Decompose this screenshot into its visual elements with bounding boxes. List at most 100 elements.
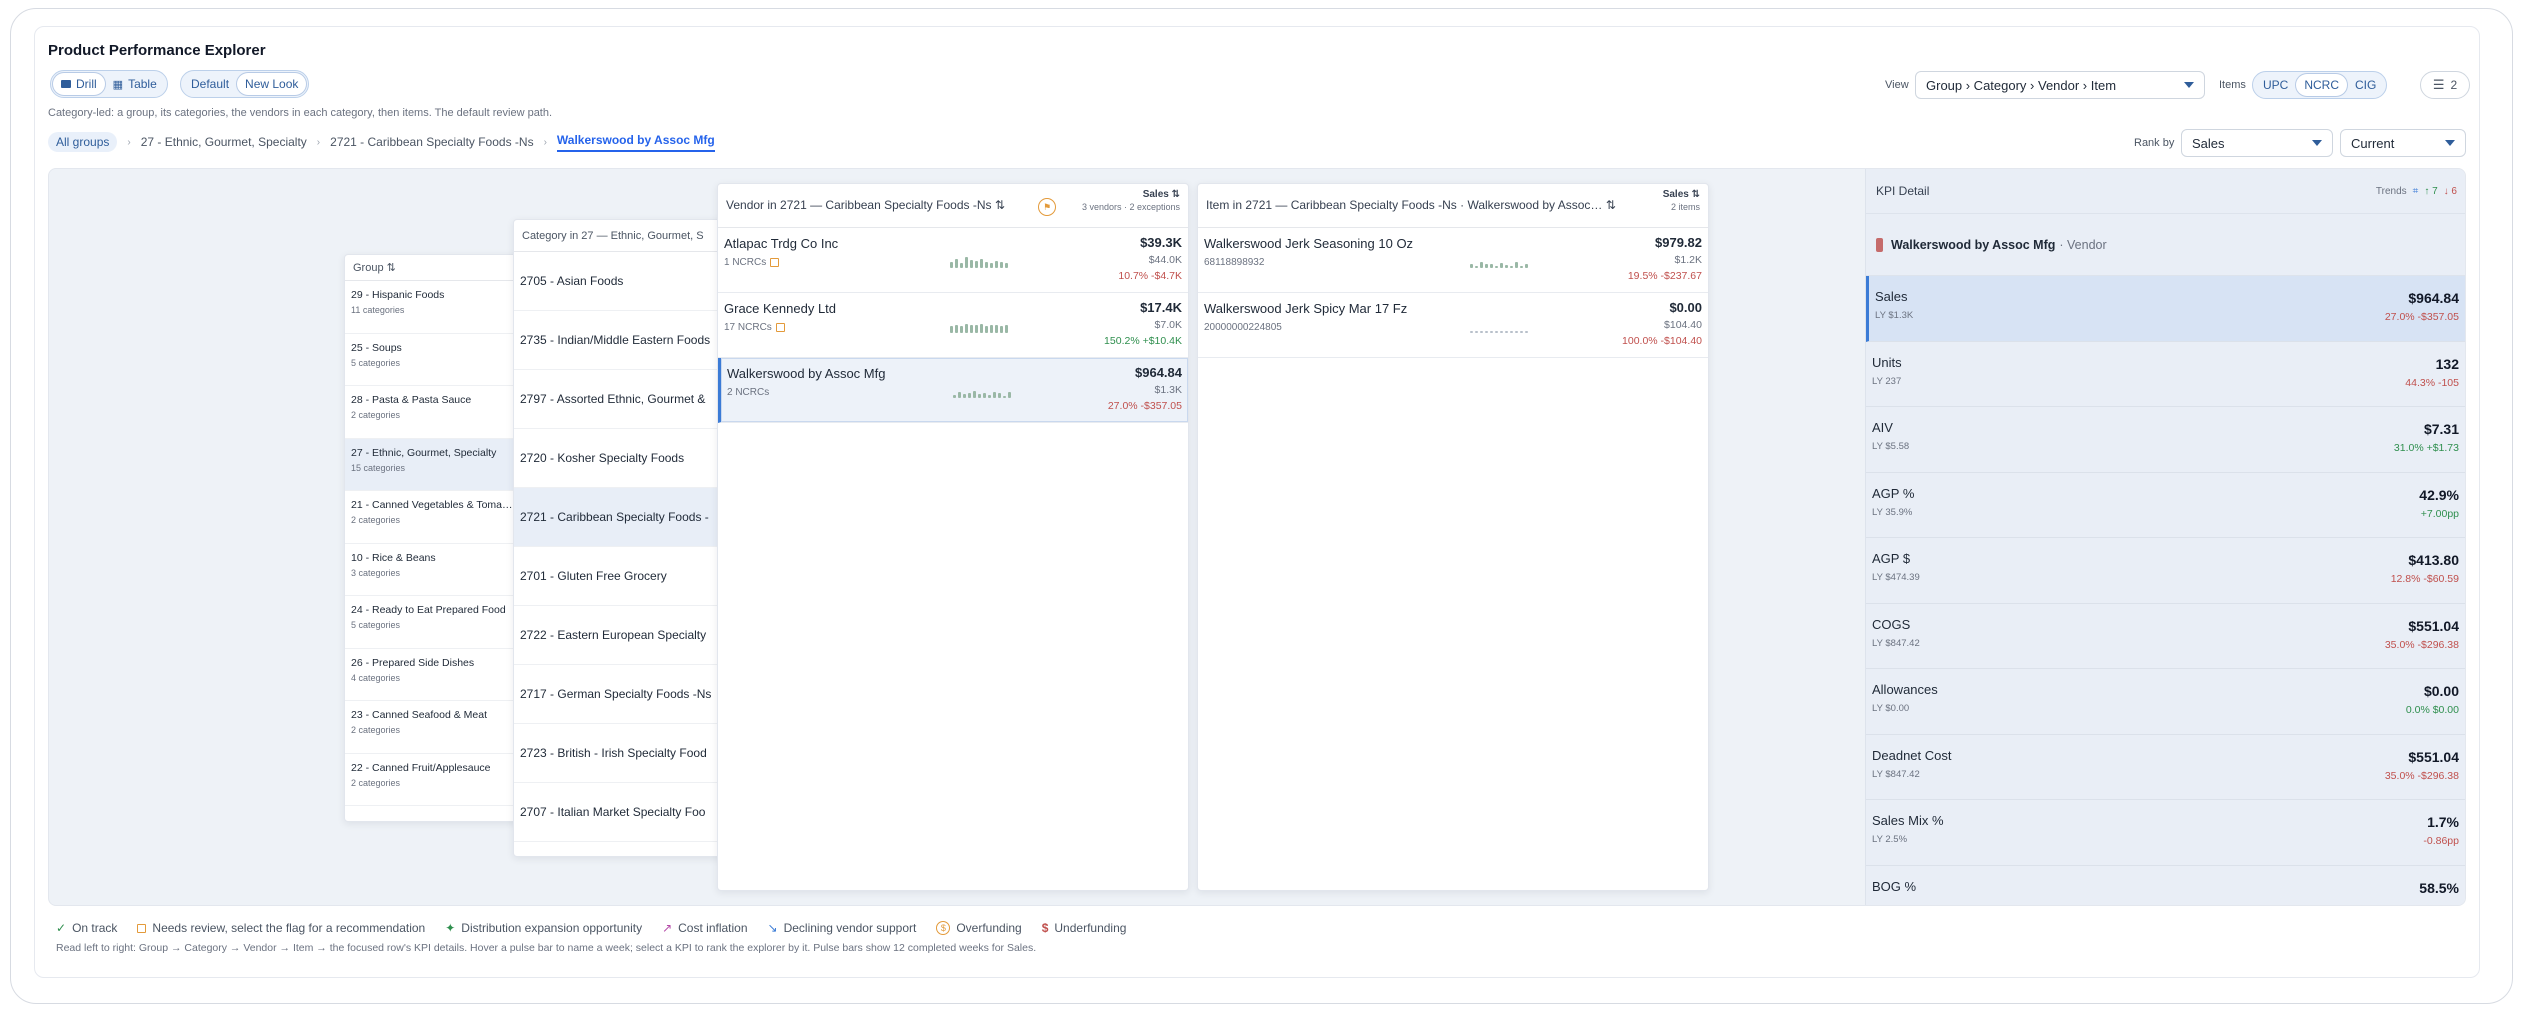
view-select[interactable]: Group › Category › Vendor › Item: [1915, 71, 2205, 99]
vendor-sales: $17.4K: [1140, 300, 1182, 315]
item-sort[interactable]: Sales ⇅ 2 items: [1663, 188, 1700, 214]
items-ncrc-button[interactable]: NCRC: [2296, 74, 2348, 96]
mode-toggle: Drill ▦ Table: [50, 70, 168, 98]
period-select[interactable]: Current: [2340, 129, 2466, 157]
pulse-bars[interactable]: [950, 252, 1008, 268]
group-panel-header[interactable]: Group ⇅: [345, 255, 518, 281]
entity-type: · Vendor: [2059, 237, 2107, 252]
breadcrumb-current[interactable]: Walkerswood by Assoc Mfg: [556, 133, 715, 152]
flag-icon[interactable]: [775, 323, 785, 332]
kpi-row-aiv[interactable]: AIV LY $5.58 $7.31 31.0% +$1.73: [1866, 407, 2465, 473]
kpi-delta: -0.86pp: [2423, 835, 2459, 847]
category-panel-header[interactable]: Category in 27 — Ethnic, Gourmet, S: [514, 220, 732, 252]
group-row[interactable]: 22 - Canned Fruit/Applesauce 2 categories: [345, 754, 518, 806]
kpi-row-units[interactable]: Units LY 237 132 44.3% -105: [1866, 342, 2465, 407]
vendor-sort[interactable]: Sales ⇅ 3 vendors · 2 exceptions: [1082, 188, 1180, 214]
group-row[interactable]: 25 - Soups 5 categories: [345, 334, 518, 386]
category-row[interactable]: 2720 - Kosher Specialty Foods: [514, 429, 732, 488]
item-row[interactable]: Walkerswood Jerk Spicy Mar 17 Fz 2000000…: [1198, 293, 1708, 358]
vendor-panel-header: Vendor in 2721 — Caribbean Specialty Foo…: [718, 184, 1188, 228]
kpi-row-bog-pct[interactable]: BOG % 58.5%: [1866, 866, 2465, 906]
kpi-delta: +7.00pp: [2420, 507, 2459, 520]
rank-by-select[interactable]: Sales: [2181, 129, 2333, 157]
group-row[interactable]: 21 - Canned Vegetables & Toma… 2 categori…: [345, 491, 518, 544]
group-row-count: 2 categories: [351, 725, 401, 735]
items-cig-button[interactable]: CIG: [2347, 74, 2384, 96]
kpi-name: AIV: [1872, 420, 1893, 435]
entity-name: Walkerswood by Assoc Mfg: [1891, 237, 2056, 252]
table-button[interactable]: ▦ Table: [105, 73, 165, 95]
vendor-name: Atlapac Trdg Co Inc: [724, 236, 839, 251]
vendor-panel-title[interactable]: Vendor in 2721 — Caribbean Specialty Foo…: [726, 198, 1005, 212]
kpi-delta: 0.0% $0.00: [2405, 704, 2459, 716]
category-row[interactable]: 2797 - Assorted Ethnic, Gourmet &: [514, 370, 732, 429]
kpi-row-sales[interactable]: Sales LY $1.3K $964.84 27.0% -$357.05: [1866, 276, 2465, 342]
item-sort-label: Sales ⇅: [1662, 189, 1700, 200]
group-row[interactable]: 10 - Rice & Beans 3 categories: [345, 544, 518, 596]
category-row-selected[interactable]: 2721 - Caribbean Specialty Foods -: [514, 488, 732, 547]
kpi-row-sales-mix[interactable]: Sales Mix % LY 2.5% 1.7% -0.86pp: [1866, 800, 2465, 866]
group-row[interactable]: 23 - Canned Seafood & Meat 2 categories: [345, 701, 518, 754]
item-panel-title[interactable]: Item in 2721 — Caribbean Specialty Foods…: [1206, 198, 1616, 212]
group-row-selected[interactable]: 27 - Ethnic, Gourmet, Specialty 15 catego…: [345, 438, 518, 491]
flag-icon[interactable]: [770, 258, 780, 267]
filter-icon: ☰: [2432, 77, 2445, 92]
vendor-row[interactable]: Atlapac Trdg Co Inc 1 NCRCs $39.3K $44.0…: [718, 228, 1188, 293]
drill-button[interactable]: Drill: [53, 73, 105, 95]
breadcrumb-category[interactable]: 2721 - Caribbean Specialty Foods -Ns: [330, 135, 533, 149]
kpi-name: BOG %: [1872, 878, 1917, 894]
status-legend: ✓ On track Needs review, select the flag …: [56, 921, 1126, 935]
kpi-name: AGP $: [1872, 551, 1911, 566]
kpi-value: $551.04: [2408, 748, 2459, 765]
flag-badge-icon[interactable]: ⚑: [1038, 198, 1056, 216]
legend-distribution: ✦ Distribution expansion opportunity: [445, 921, 642, 935]
kpi-detail-panel: KPI Detail Trends ⌗ ↑ 7 ↓ 6 Walkerswood …: [1865, 169, 2465, 906]
kpi-value: 132: [2435, 355, 2459, 372]
item-row[interactable]: Walkerswood Jerk Seasoning 10 Oz 6811889…: [1198, 228, 1708, 293]
filter-button[interactable]: ☰ 2: [2420, 71, 2470, 99]
breadcrumb-group[interactable]: 27 - Ethnic, Gourmet, Specialty: [141, 135, 307, 149]
group-row[interactable]: 28 - Pasta & Pasta Sauce 2 categories: [345, 386, 518, 439]
kpi-row-allowances[interactable]: Allowances LY $0.00 $0.00 0.0% $0.00: [1866, 669, 2465, 735]
group-row-name: 21 - Canned Vegetables & Toma…: [351, 499, 513, 511]
rank-by-value: Sales: [2192, 135, 2225, 151]
legend-overfunding: $ Overfunding: [936, 921, 1022, 935]
category-row[interactable]: 2707 - Italian Market Specialty Foo: [514, 783, 732, 842]
item-sales: $0.00: [1669, 300, 1702, 315]
category-row[interactable]: 2722 - Eastern European Specialty: [514, 606, 732, 665]
item-ly-sales: $104.40: [1664, 319, 1702, 331]
item-ly-sales: $1.2K: [1674, 254, 1702, 266]
default-look-button[interactable]: Default: [183, 73, 237, 95]
group-row-count: 4 categories: [351, 672, 401, 683]
kpi-row-deadnet-cost[interactable]: Deadnet Cost LY $847.42 $551.04 35.0% -$296…: [1866, 735, 2465, 800]
pulse-bars[interactable]: [950, 317, 1008, 333]
kpi-row-agp-pct[interactable]: AGP % LY 35.9% 42.9% +7.00pp: [1866, 473, 2465, 538]
filter-count: 2: [2450, 78, 2458, 92]
vendor-count: 3 vendors · 2 exceptions: [1081, 202, 1180, 212]
trends-summary[interactable]: Trends ⌗ ↑ 7 ↓ 6: [2376, 186, 2457, 197]
kpi-entity: Walkerswood by Assoc Mfg · Vendor: [1866, 214, 2465, 276]
pulse-bars[interactable]: [953, 382, 1011, 398]
vendor-row[interactable]: Grace Kennedy Ltd 17 NCRCs $17.4K $7.0K …: [718, 293, 1188, 358]
breadcrumb-all-groups[interactable]: All groups: [48, 132, 118, 152]
category-row[interactable]: 2705 - Asian Foods: [514, 252, 732, 311]
category-row[interactable]: 2735 - Indian/Middle Eastern Foods: [514, 311, 732, 370]
group-row-name: 28 - Pasta & Pasta Sauce: [351, 394, 472, 406]
group-row[interactable]: 26 - Prepared Side Dishes 4 categories: [345, 649, 518, 701]
group-row-count: 11 categories: [351, 305, 405, 315]
new-look-button[interactable]: New Look: [237, 73, 307, 95]
category-row[interactable]: 2717 - German Specialty Foods -Ns: [514, 665, 732, 724]
kpi-row-cogs[interactable]: COGS LY $847.42 $551.04 35.0% -$296.38: [1866, 604, 2465, 669]
look-toggle: Default New Look: [180, 70, 310, 98]
pulse-bars[interactable]: [1470, 317, 1528, 333]
vendor-row-selected[interactable]: Walkerswood by Assoc Mfg 2 NCRCs $964.84…: [718, 358, 1188, 423]
kpi-row-agp-dollar[interactable]: AGP $ LY $474.39 $413.80 12.8% -$60.59: [1866, 538, 2465, 604]
group-row[interactable]: 24 - Ready to Eat Prepared Food 5 categor…: [345, 596, 518, 649]
view-label: View: [1885, 79, 1909, 91]
items-upc-button[interactable]: UPC: [2255, 74, 2296, 96]
group-row[interactable]: 29 - Hispanic Foods 11 categories: [345, 281, 518, 334]
category-row[interactable]: 2701 - Gluten Free Grocery: [514, 547, 732, 606]
group-row-name: 22 - Canned Fruit/Applesauce: [351, 761, 491, 774]
pulse-bars[interactable]: [1470, 252, 1528, 268]
category-row[interactable]: 2723 - British - Irish Specialty Food: [514, 724, 732, 783]
